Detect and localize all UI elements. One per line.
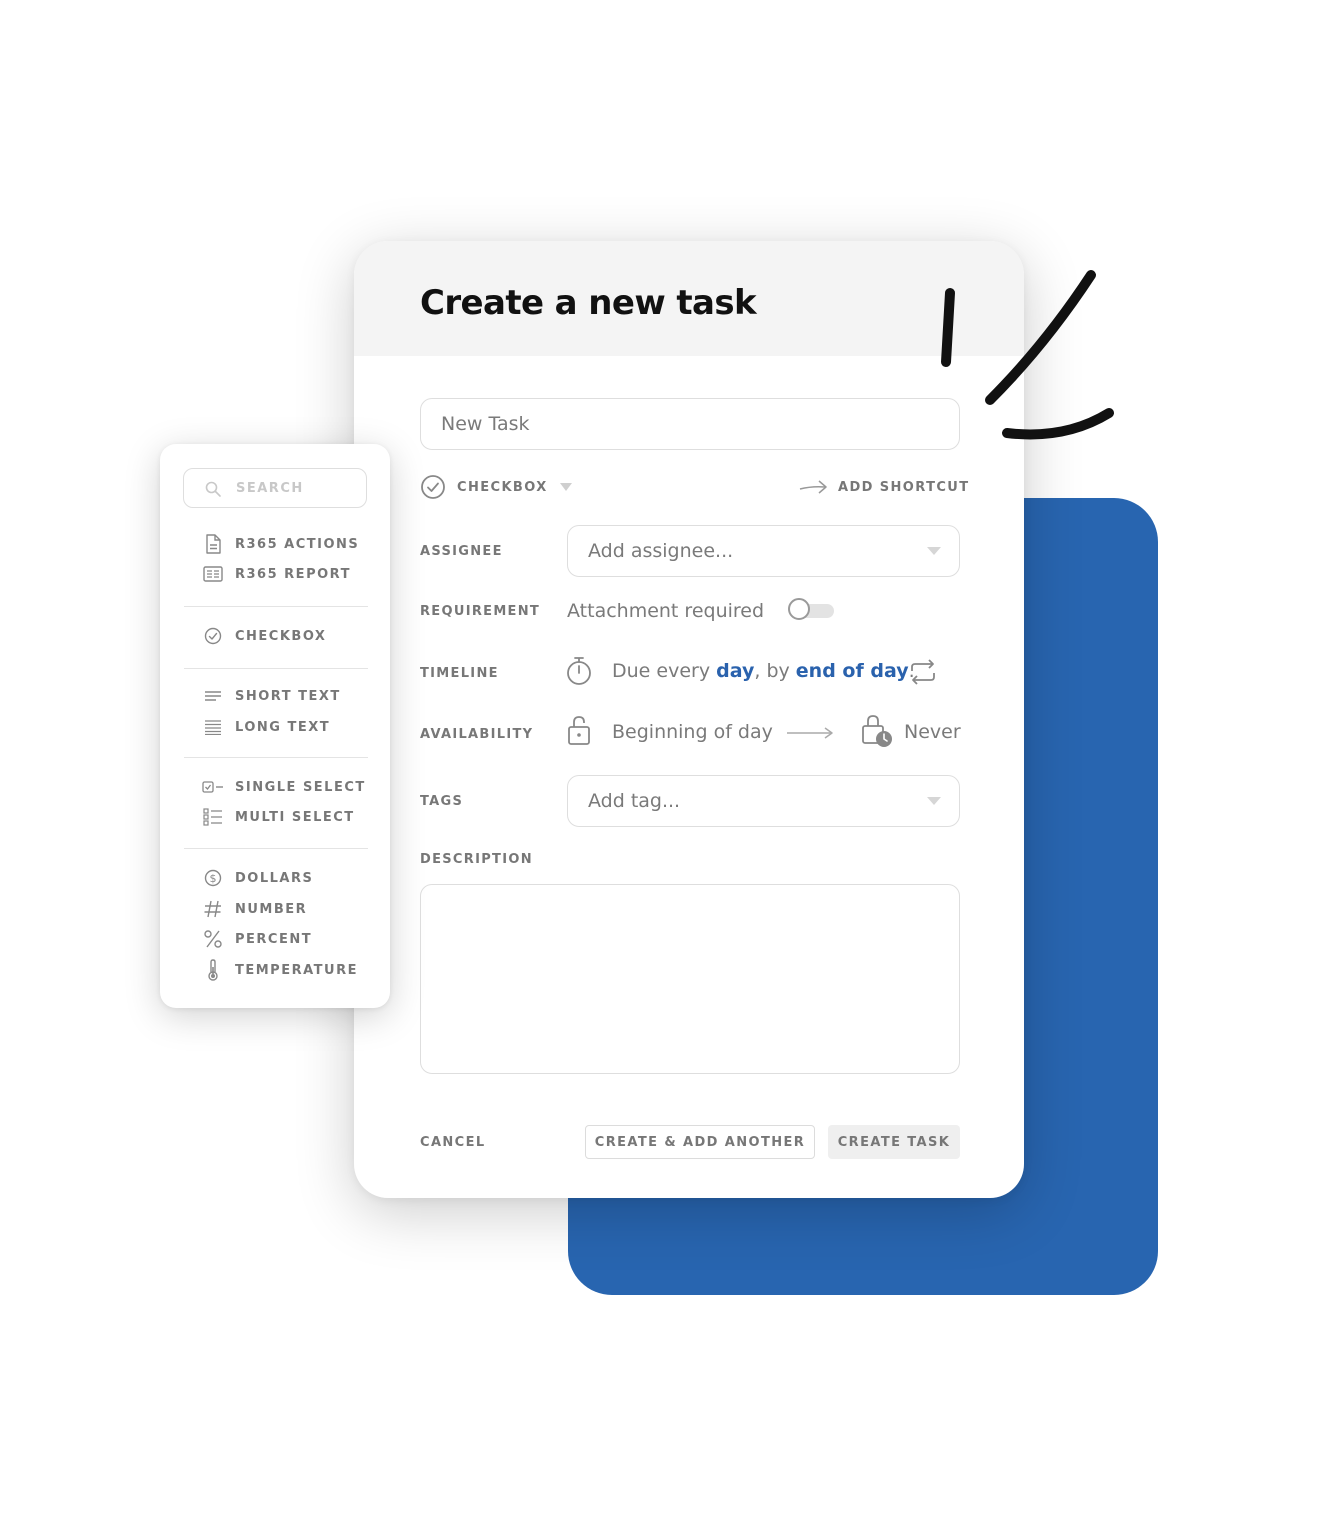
svg-text:$: $ xyxy=(210,872,217,885)
palette-item-number[interactable]: NUMBER xyxy=(201,897,307,921)
task-type-label: CHECKBOX xyxy=(457,479,548,495)
palette-item-label: SHORT TEXT xyxy=(235,688,341,704)
palette-item-label: PERCENT xyxy=(235,931,313,947)
add-shortcut-button[interactable]: ADD SHORTCUT xyxy=(798,474,970,500)
timeline-middle: , by xyxy=(754,660,796,682)
percent-icon xyxy=(201,927,225,951)
assignee-select[interactable]: Add assignee... xyxy=(567,525,960,577)
timeline-frequency-link[interactable]: day xyxy=(716,660,754,682)
unlock-icon xyxy=(566,715,592,747)
chevron-down-icon xyxy=(927,797,941,805)
palette-item-multi-select[interactable]: MULTI SELECT xyxy=(201,805,355,829)
assignee-label: ASSIGNEE xyxy=(420,544,503,559)
document-icon xyxy=(201,532,225,556)
chevron-down-icon xyxy=(559,483,572,491)
check-circle-icon xyxy=(201,624,225,648)
palette-item-label: MULTI SELECT xyxy=(235,809,355,825)
task-name-value: New Task xyxy=(441,413,530,435)
palette-divider xyxy=(184,606,368,607)
timeline-label: TIMELINE xyxy=(420,666,499,681)
report-icon xyxy=(201,562,225,586)
add-shortcut-label: ADD SHORTCUT xyxy=(838,479,970,495)
field-type-palette: SEARCH R365 ACTIONS R365 REPORT CHECKBOX… xyxy=(160,444,390,1008)
availability-label: AVAILABILITY xyxy=(420,727,534,742)
description-textarea[interactable] xyxy=(420,884,960,1074)
attachment-required-text: Attachment required xyxy=(567,600,765,622)
search-icon xyxy=(204,480,222,498)
timeline-prefix: Due every xyxy=(612,660,717,682)
create-and-add-another-button[interactable]: CREATE & ADD ANOTHER xyxy=(585,1125,815,1159)
modal-header: Create a new task xyxy=(354,241,1024,356)
palette-item-checkbox[interactable]: CHECKBOX xyxy=(201,624,326,648)
chevron-down-icon xyxy=(927,547,941,555)
repeat-icon[interactable] xyxy=(908,657,938,687)
arrow-right-icon xyxy=(798,477,828,497)
palette-item-label: R365 ACTIONS xyxy=(235,536,360,552)
cancel-button[interactable]: CANCEL xyxy=(414,1125,524,1159)
palette-item-r365-report[interactable]: R365 REPORT xyxy=(201,562,351,586)
palette-item-long-text[interactable]: LONG TEXT xyxy=(201,715,330,739)
task-name-input[interactable]: New Task xyxy=(420,398,960,450)
timeline-text: Due every day, by end of day. xyxy=(612,660,915,682)
short-text-icon xyxy=(201,684,225,708)
stopwatch-icon xyxy=(565,655,593,687)
palette-divider xyxy=(184,848,368,849)
attachment-required-toggle[interactable] xyxy=(788,598,834,620)
decorative-sparkle-strokes xyxy=(941,270,1114,440)
multi-select-icon xyxy=(201,805,225,829)
palette-item-single-select[interactable]: SINGLE SELECT xyxy=(201,775,366,799)
dollar-icon: $ xyxy=(201,866,225,890)
palette-item-short-text[interactable]: SHORT TEXT xyxy=(201,684,341,708)
palette-item-label: CHECKBOX xyxy=(235,628,327,644)
create-task-modal: Create a new task New Task CHECKBOX ADD … xyxy=(354,241,1024,1198)
long-text-icon xyxy=(201,715,225,739)
palette-item-label: NUMBER xyxy=(235,901,308,917)
check-circle-icon xyxy=(420,474,446,500)
availability-start[interactable]: Beginning of day xyxy=(612,721,773,743)
palette-search-input[interactable]: SEARCH xyxy=(183,468,367,508)
assignee-placeholder: Add assignee... xyxy=(588,540,734,562)
tags-placeholder: Add tag... xyxy=(588,790,681,812)
create-task-button[interactable]: CREATE TASK xyxy=(828,1125,960,1159)
modal-title: Create a new task xyxy=(420,283,757,323)
palette-item-r365-actions[interactable]: R365 ACTIONS xyxy=(201,532,359,556)
availability-end[interactable]: Never xyxy=(904,721,961,743)
palette-item-dollars[interactable]: $ DOLLARS xyxy=(201,866,313,890)
single-select-icon xyxy=(201,775,225,799)
palette-item-percent[interactable]: PERCENT xyxy=(201,927,312,951)
tags-label: TAGS xyxy=(420,794,464,809)
timeline-deadline-link[interactable]: end of day xyxy=(796,660,909,682)
palette-divider xyxy=(184,757,368,758)
palette-search-placeholder: SEARCH xyxy=(236,481,304,496)
palette-item-label: TEMPERATURE xyxy=(235,962,358,978)
task-type-dropdown[interactable]: CHECKBOX xyxy=(420,474,572,500)
thermometer-icon xyxy=(201,958,225,982)
palette-item-label: SINGLE SELECT xyxy=(235,779,366,795)
palette-item-label: R365 REPORT xyxy=(235,566,351,582)
toggle-knob xyxy=(788,598,810,620)
palette-item-label: DOLLARS xyxy=(235,870,314,886)
palette-item-temperature[interactable]: TEMPERATURE xyxy=(201,958,358,982)
lock-clock-icon xyxy=(860,713,894,749)
arrow-right-icon xyxy=(786,725,834,741)
description-label: DESCRIPTION xyxy=(420,852,533,867)
palette-divider xyxy=(184,668,368,669)
palette-item-label: LONG TEXT xyxy=(235,719,331,735)
hash-icon xyxy=(201,897,225,921)
tags-select[interactable]: Add tag... xyxy=(567,775,960,827)
requirement-label: REQUIREMENT xyxy=(420,604,541,619)
